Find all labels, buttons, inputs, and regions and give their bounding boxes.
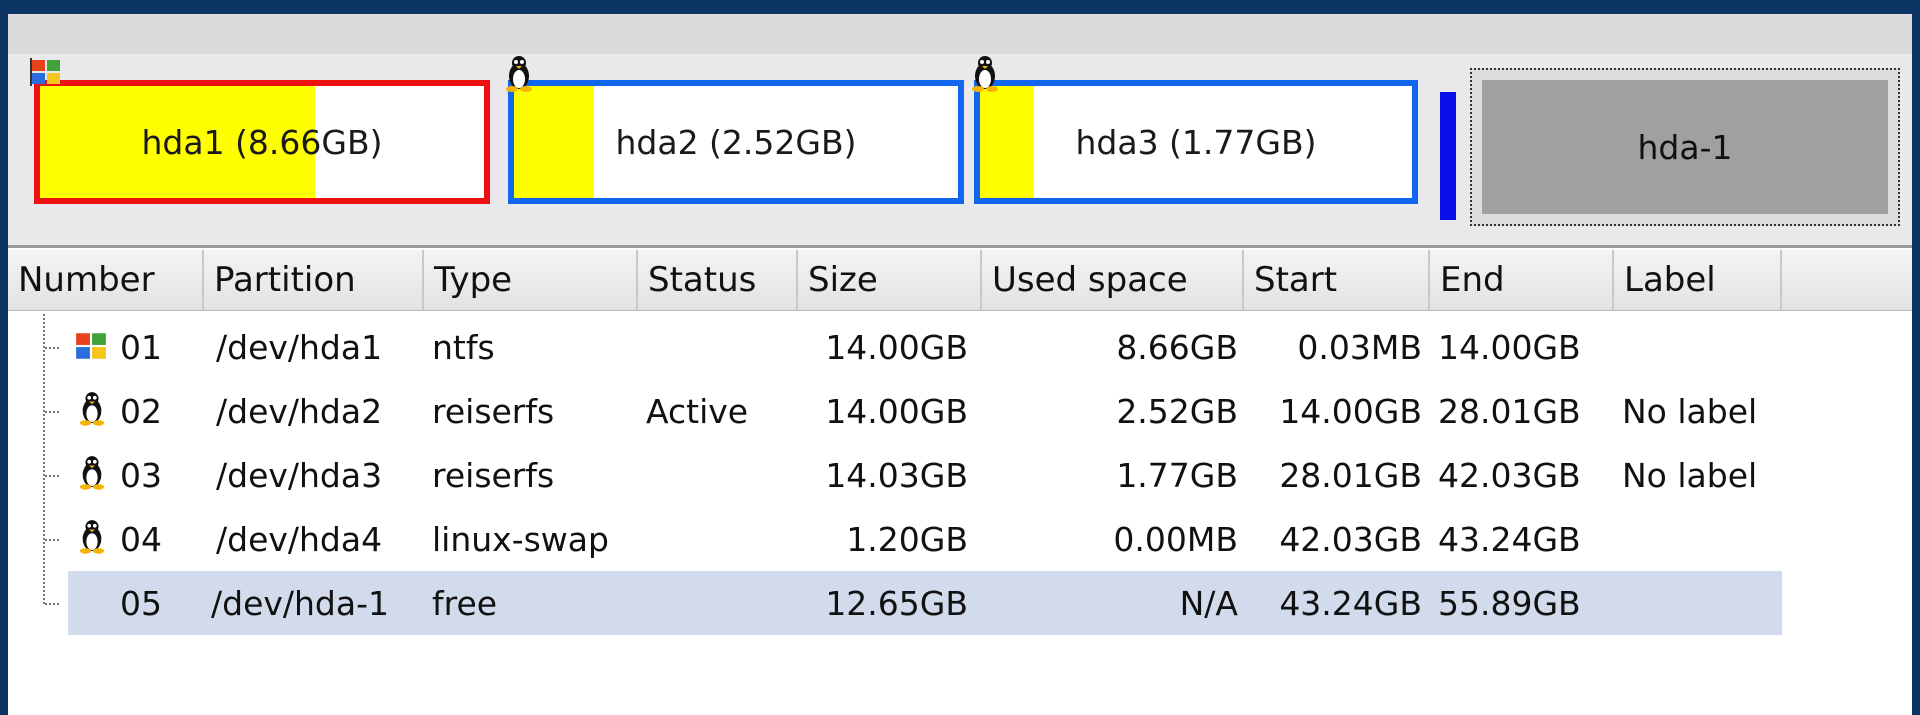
free-space-label: hda-1 xyxy=(1482,80,1888,214)
cell-start: 28.01GB xyxy=(1279,455,1422,495)
column-header-size[interactable]: Size xyxy=(798,250,982,310)
column-header-number[interactable]: Number xyxy=(8,250,204,310)
column-header-status[interactable]: Status xyxy=(638,250,798,310)
table-row-selected[interactable]: 05 /dev/hda-1 free 12.65GB N/A 43.24GB 5… xyxy=(8,571,1912,635)
cell-number: 01 xyxy=(120,327,162,367)
cell-size: 12.65GB xyxy=(825,583,968,623)
cell-status: Active xyxy=(646,391,749,431)
partition-label: hda2 (2.52GB) xyxy=(615,122,857,162)
cell-start: 14.00GB xyxy=(1279,391,1422,431)
column-header-partition[interactable]: Partition xyxy=(204,250,424,310)
cell-end: 43.24GB xyxy=(1438,519,1581,559)
partition-label: hda3 (1.77GB) xyxy=(1075,122,1317,162)
windows-flag-icon xyxy=(30,58,60,86)
cell-partition: /dev/hda2 xyxy=(216,391,383,431)
cell-end: 42.03GB xyxy=(1438,455,1581,495)
disk-map-partition-hda4-swap[interactable] xyxy=(1440,92,1456,220)
cell-size: 1.20GB xyxy=(846,519,968,559)
cell-used-space: 2.52GB xyxy=(1116,391,1238,431)
cell-partition: /dev/hda4 xyxy=(216,519,383,559)
cell-number: 03 xyxy=(120,455,162,495)
cell-type: linux-swap xyxy=(432,519,609,559)
cell-start: 43.24GB xyxy=(1279,583,1422,623)
table-row[interactable]: 04 /dev/hda4 linux-swap 1.20GB 0.00MB 42… xyxy=(8,507,1912,571)
disk-map-free-space[interactable]: hda-1 xyxy=(1470,68,1900,226)
tux-penguin-icon xyxy=(79,456,105,490)
tux-penguin-icon xyxy=(79,392,105,426)
partition-label: hda1 (8.66GB) xyxy=(141,122,383,162)
cell-end: 28.01GB xyxy=(1438,391,1581,431)
disk-map-partition-hda1[interactable]: hda1 (8.66GB) xyxy=(34,80,490,204)
cell-size: 14.00GB xyxy=(825,391,968,431)
column-header-label[interactable]: Label xyxy=(1614,250,1782,310)
cell-end: 14.00GB xyxy=(1438,327,1581,367)
disk-map-partition-hda2[interactable]: hda2 (2.52GB) xyxy=(508,80,964,204)
cell-type: ntfs xyxy=(432,327,495,367)
table-row[interactable]: 02 /dev/hda2 reiserfs Active 14.00GB 2.5… xyxy=(8,379,1912,443)
title-bar xyxy=(8,14,1912,54)
windows-flag-icon xyxy=(76,333,106,359)
cell-end: 55.89GB xyxy=(1438,583,1581,623)
cell-used-space: N/A xyxy=(1179,583,1238,623)
column-header-end[interactable]: End xyxy=(1430,250,1614,310)
cell-used-space: 8.66GB xyxy=(1116,327,1238,367)
column-header-used-space[interactable]: Used space xyxy=(982,250,1244,310)
cell-partition: /dev/hda-1 xyxy=(211,583,390,623)
cell-type: free xyxy=(432,583,498,623)
cell-used-space: 1.77GB xyxy=(1116,455,1238,495)
cell-start: 42.03GB xyxy=(1279,519,1422,559)
column-header-type[interactable]: Type xyxy=(424,250,638,310)
tux-penguin-icon xyxy=(506,56,532,92)
table-row[interactable]: 03 /dev/hda3 reiserfs 14.03GB 1.77GB 28.… xyxy=(8,443,1912,507)
column-header-start[interactable]: Start xyxy=(1244,250,1430,310)
tux-penguin-icon xyxy=(79,520,105,554)
cell-start: 0.03MB xyxy=(1297,327,1422,367)
cell-number: 05 xyxy=(120,583,162,623)
cell-used-space: 0.00MB xyxy=(1113,519,1238,559)
tux-penguin-icon xyxy=(972,56,998,92)
disk-map-partition-hda3[interactable]: hda3 (1.77GB) xyxy=(974,80,1418,204)
cell-number: 02 xyxy=(120,391,162,431)
partition-table-header: Number Partition Type Status Size Used s… xyxy=(8,250,1912,311)
cell-partition: /dev/hda3 xyxy=(216,455,383,495)
disk-map: hda1 (8.66GB) hda2 (2.52GB) hda3 (1.77GB… xyxy=(8,54,1912,248)
partition-manager-window: hda1 (8.66GB) hda2 (2.52GB) hda3 (1.77GB… xyxy=(8,14,1912,715)
cell-size: 14.03GB xyxy=(825,455,968,495)
table-row[interactable]: 01 /dev/hda1 ntfs 14.00GB 8.66GB 0.03MB … xyxy=(8,315,1912,379)
cell-partition: /dev/hda1 xyxy=(216,327,383,367)
cell-type: reiserfs xyxy=(432,391,555,431)
cell-type: reiserfs xyxy=(432,455,555,495)
cell-size: 14.00GB xyxy=(825,327,968,367)
cell-label: No label xyxy=(1622,391,1758,431)
cell-number: 04 xyxy=(120,519,162,559)
cell-label: No label xyxy=(1622,455,1758,495)
